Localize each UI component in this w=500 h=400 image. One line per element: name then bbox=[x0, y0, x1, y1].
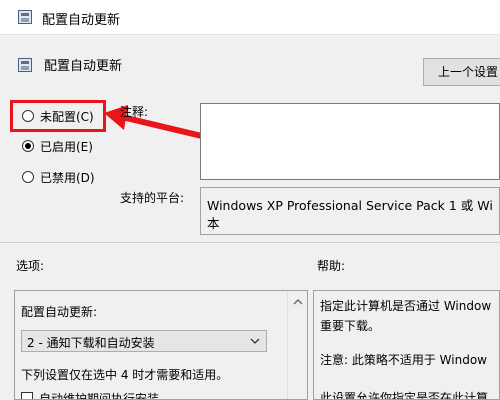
install-during-maintenance-label: 自动维护期间执行安装 bbox=[39, 392, 160, 400]
platform-label: 支持的平台: bbox=[120, 191, 185, 205]
radio-disabled-label: 已禁用(D) bbox=[40, 171, 95, 185]
help-panel: 指定此计算机是否通过 Window 重要下载。 注意: 此策略不适用于 Wind… bbox=[313, 290, 500, 400]
platform-value-line2: 本 bbox=[207, 216, 220, 231]
annotation-highlight-box bbox=[10, 100, 106, 132]
scroll-up-arrow-icon[interactable] bbox=[293, 298, 303, 305]
configure-updates-label: 配置自动更新: bbox=[21, 305, 98, 319]
radio-circle[interactable] bbox=[22, 171, 34, 183]
radio-selected-dot bbox=[25, 143, 31, 149]
comment-label: 注释: bbox=[120, 105, 149, 119]
help-line-4: 此设置允许你指定是否在此计算 bbox=[320, 391, 489, 400]
configure-updates-dropdown[interactable]: 2 - 通知下载和自动安装 bbox=[21, 330, 267, 352]
radio-enabled[interactable]: 已启用(E) bbox=[20, 137, 110, 155]
options-panel: 配置自动更新: 2 - 通知下载和自动安装 下列设置仅在选中 4 时才需要和适用… bbox=[14, 290, 308, 400]
help-line-1: 指定此计算机是否通过 Window bbox=[320, 299, 492, 313]
install-during-maintenance-checkbox[interactable] bbox=[21, 392, 33, 399]
window-title: 配置自动更新 bbox=[42, 13, 121, 28]
platform-field: Windows XP Professional Service Pack 1 或… bbox=[200, 187, 500, 235]
dropdown-value: 2 - 通知下载和自动安装 bbox=[27, 336, 155, 350]
setting-title: 配置自动更新 bbox=[44, 59, 123, 74]
policy-settings-icon bbox=[18, 58, 32, 72]
help-line-2: 重要下载。 bbox=[320, 319, 381, 333]
options-section-label: 选项: bbox=[16, 259, 45, 273]
comment-field[interactable] bbox=[200, 103, 500, 180]
help-section-label: 帮助: bbox=[317, 259, 346, 273]
divider bbox=[0, 242, 500, 243]
radio-circle[interactable] bbox=[22, 140, 34, 152]
platform-value-line1: Windows XP Professional Service Pack 1 或… bbox=[207, 198, 493, 213]
options-note: 下列设置仅在选中 4 时才需要和适用。 bbox=[21, 368, 229, 382]
previous-setting-button[interactable]: 上一个设置 bbox=[423, 58, 500, 86]
chevron-down-icon bbox=[250, 338, 260, 344]
policy-settings-icon bbox=[18, 10, 32, 24]
radio-disabled[interactable]: 已禁用(D) bbox=[20, 168, 110, 186]
options-scrollbar[interactable] bbox=[287, 291, 307, 399]
radio-enabled-label: 已启用(E) bbox=[40, 140, 93, 154]
help-line-3: 注意: 此策略不适用于 Window bbox=[320, 353, 487, 367]
